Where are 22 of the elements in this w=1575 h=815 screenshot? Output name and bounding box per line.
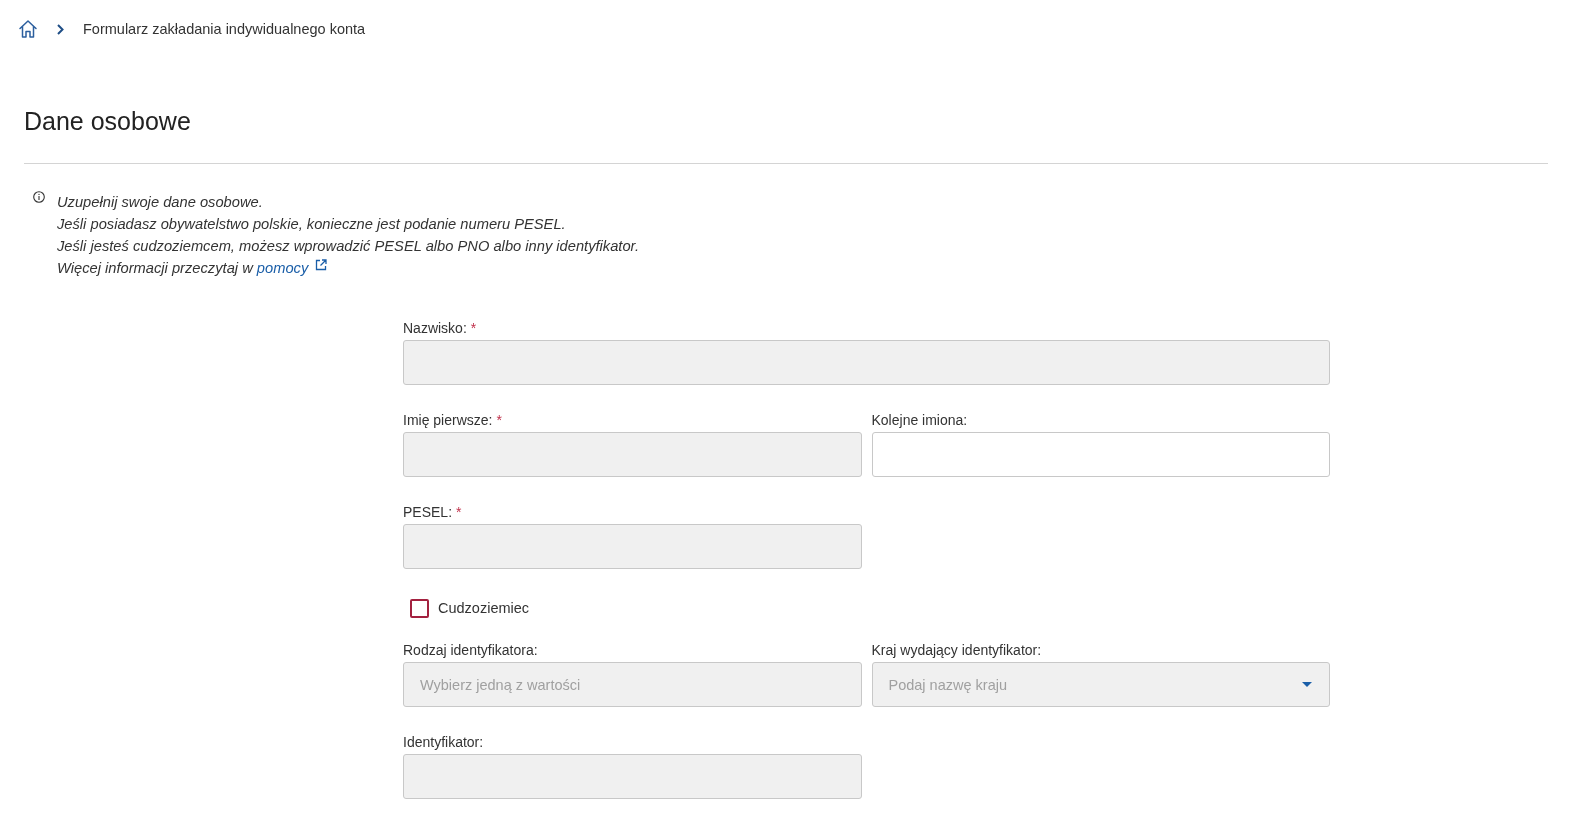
- input-field[interactable]: [871, 432, 1330, 477]
- field-label: Kolejne imiona:: [871, 411, 969, 430]
- info-icon: [33, 191, 45, 203]
- checkbox[interactable]: [410, 598, 429, 618]
- info-text: Jeśli jesteś cudzoziemcem, możesz wprowadzić PESEL albo PNO albo inny identyfikator.: [57, 237, 640, 256]
- field-label: PESEL: *: [403, 503, 463, 522]
- field-label: Identyfikator:: [403, 733, 485, 752]
- chevron-icon: [57, 23, 64, 35]
- info-text: Uzupełnij swoje dane osobowe.: [57, 193, 264, 212]
- field-label: Rodzaj identyfikatora:: [403, 641, 539, 660]
- field-label: Kraj wydający identyfikator:: [871, 641, 1043, 660]
- info-text: Jeśli posiadasz obywatelstwo polskie, konieczne jest podanie numeru PESEL.: [57, 215, 567, 234]
- breadcrumb-item: Formularz zakładania indywidualnego konta: [83, 21, 366, 37]
- checkbox-label: Cudzoziemiec: [438, 600, 530, 616]
- caret-icon: [1302, 682, 1312, 687]
- field-label: Nazwisko: *: [403, 319, 478, 338]
- external-link-icon: [315, 259, 328, 271]
- page-heading: Dane osobowe: [24, 106, 192, 137]
- info-text: Więcej informacji przeczytaj w pomocy: [57, 257, 640, 279]
- help-link[interactable]: pomocy: [256, 260, 328, 276]
- home-icon[interactable]: [18, 19, 38, 39]
- field-label: Imię pierwsze: *: [403, 411, 503, 430]
